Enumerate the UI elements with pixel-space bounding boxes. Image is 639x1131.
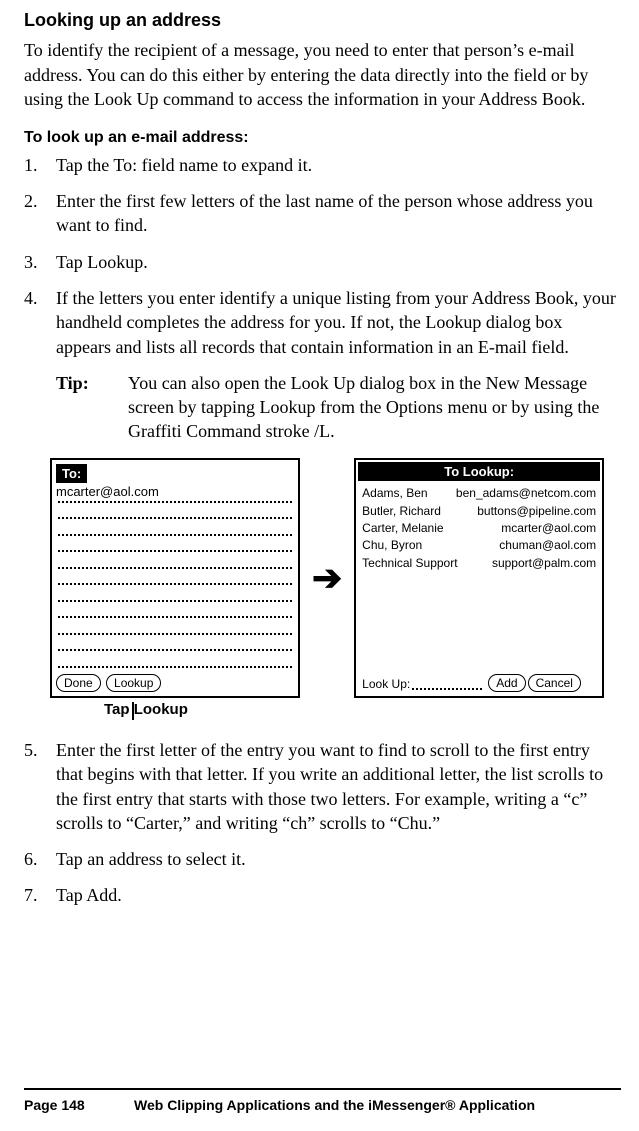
done-button[interactable]: Done	[56, 674, 101, 692]
figure: To: mcarter@aol.com Done Lookup ➔ To Loo…	[50, 458, 621, 698]
palm-to-screen: To: mcarter@aol.com Done Lookup	[50, 458, 300, 698]
step-5: Enter the first letter of the entry you …	[24, 738, 621, 835]
step-6: Tap an address to select it.	[24, 847, 621, 871]
tip-body: You can also open the Look Up dialog box…	[128, 371, 621, 444]
chapter-title: Web Clipping Applications and the iMesse…	[134, 1096, 621, 1115]
subsection-heading: To look up an e-mail address:	[24, 127, 621, 149]
tip-label: Tip:	[56, 371, 128, 444]
to-value: mcarter@aol.com	[54, 483, 296, 501]
section-heading: Looking up an address	[24, 8, 621, 32]
arrow-icon: ➔	[312, 560, 342, 596]
list-item[interactable]: Butler, Richard buttons@pipeline.com	[362, 503, 596, 520]
palm-lookup-screen: To Lookup: Adams, Ben ben_adams@netcom.c…	[354, 458, 604, 698]
page-footer: Page 148 Web Clipping Applications and t…	[0, 1088, 639, 1115]
lookup-list: Adams, Ben ben_adams@netcom.com Butler, …	[358, 481, 600, 671]
step-4: If the letters you enter identify a uniq…	[24, 286, 621, 359]
to-lines	[54, 501, 296, 668]
lookup-title: To Lookup:	[358, 462, 600, 482]
lookup-input[interactable]	[412, 688, 482, 690]
step-2: Enter the first few letters of the last …	[24, 189, 621, 238]
intro-paragraph: To identify the recipient of a message, …	[24, 38, 621, 111]
add-button[interactable]: Add	[488, 674, 525, 692]
steps-list-cont: Enter the first letter of the entry you …	[24, 738, 621, 908]
to-title: To:	[56, 464, 87, 484]
step-3: Tap Lookup.	[24, 250, 621, 274]
callout: Tap Lookup	[76, 700, 621, 720]
lookup-button[interactable]: Lookup	[106, 674, 161, 692]
cancel-button[interactable]: Cancel	[528, 674, 581, 692]
callout-label: Tap Lookup	[104, 700, 188, 720]
lookup-field-label: Look Up:	[362, 676, 410, 692]
steps-list: Tap the To: field name to expand it. Ent…	[24, 153, 621, 359]
list-item[interactable]: Chu, Byron chuman@aol.com	[362, 537, 596, 554]
list-item[interactable]: Adams, Ben ben_adams@netcom.com	[362, 485, 596, 502]
list-item[interactable]: Carter, Melanie mcarter@aol.com	[362, 520, 596, 537]
tip: Tip: You can also open the Look Up dialo…	[56, 371, 621, 444]
step-7: Tap Add.	[24, 883, 621, 907]
step-1: Tap the To: field name to expand it.	[24, 153, 621, 177]
list-item[interactable]: Technical Support support@palm.com	[362, 555, 596, 572]
page-number: Page 148	[24, 1096, 134, 1115]
